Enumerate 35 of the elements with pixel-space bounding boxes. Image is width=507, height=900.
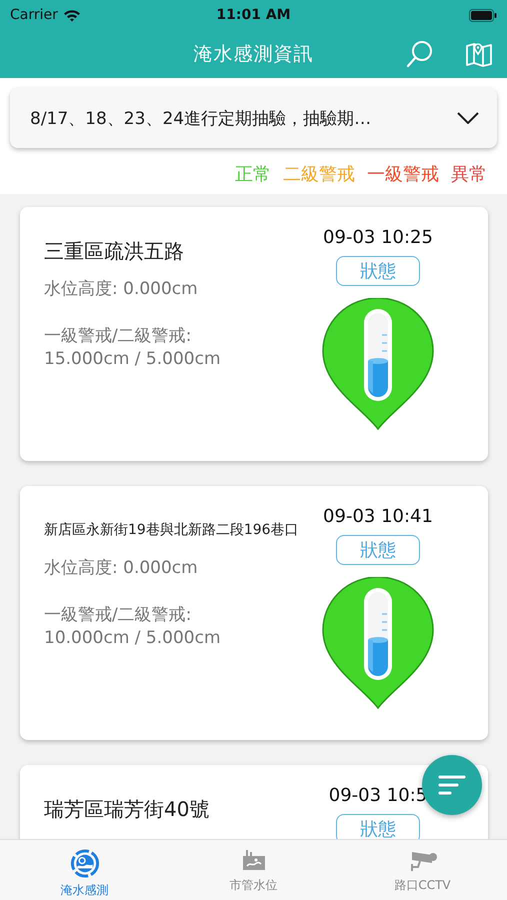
threshold-values: 15.000cm / 5.000cm xyxy=(44,349,222,369)
tab-item[interactable]: 市管水位 xyxy=(169,840,338,900)
water-sensor-marker-icon xyxy=(322,298,434,430)
tab-item[interactable]: 路口CCTV xyxy=(338,840,507,900)
water-sensor-marker-icon xyxy=(322,577,434,709)
search-button[interactable] xyxy=(405,39,435,69)
wifi-icon xyxy=(62,8,81,22)
threshold-values: 10.000cm / 5.000cm xyxy=(44,628,222,648)
notice-dropdown[interactable]: 8/17、18、23、24進行定期抽驗，抽驗期… xyxy=(10,88,497,148)
filter-icon xyxy=(438,774,466,796)
legend-label: 異常 xyxy=(451,163,487,186)
location-name: 瑞芳區瑞芳街40號 xyxy=(44,796,210,822)
page-title: 淹水感測資訊 xyxy=(194,42,314,67)
clock-label: 11:01 AM xyxy=(216,7,291,23)
status-button[interactable]: 狀態 xyxy=(336,535,420,565)
threshold-label: 一級警戒/二級警戒: xyxy=(44,604,192,626)
location-name: 三重區疏洪五路 xyxy=(44,238,185,264)
threshold-label: 一級警戒/二級警戒: xyxy=(44,325,192,347)
status-button[interactable]: 狀態 xyxy=(336,256,420,286)
legend-label: 一級警戒 xyxy=(367,163,439,186)
tab-item[interactable]: 淹水感測 xyxy=(0,840,169,900)
legend-label: 正常 xyxy=(235,163,271,186)
water-level-text: 水位高度: 0.000cm xyxy=(44,557,199,579)
carrier-label: Carrier xyxy=(10,7,58,23)
location-name: 新店區永新街19巷與北新路二段196巷口 xyxy=(44,521,300,540)
status-button[interactable]: 狀態 xyxy=(336,814,420,839)
update-time: 09-03 10:25 xyxy=(323,227,433,248)
water-gauge-icon xyxy=(68,848,100,879)
sensor-card[interactable]: 新店區永新街19巷與北新路二段196巷口 水位高度: 0.000cm 一級警戒/二級警戒: 10.000cm / 5.000cm 09-03 10:41 狀態 xyxy=(20,486,488,740)
battery-icon xyxy=(469,8,497,22)
legend-label: 二級警戒 xyxy=(283,163,355,186)
water-level-text: 水位高度: 0.000cm xyxy=(44,278,199,300)
update-time: 09-03 10:41 xyxy=(323,506,433,527)
sensor-card[interactable]: 三重區疏洪五路 水位高度: 0.000cm 一級警戒/二級警戒: 15.000cm / 5.000cm 09-03 10:25 狀態 xyxy=(20,207,488,461)
map-button[interactable] xyxy=(465,40,493,68)
